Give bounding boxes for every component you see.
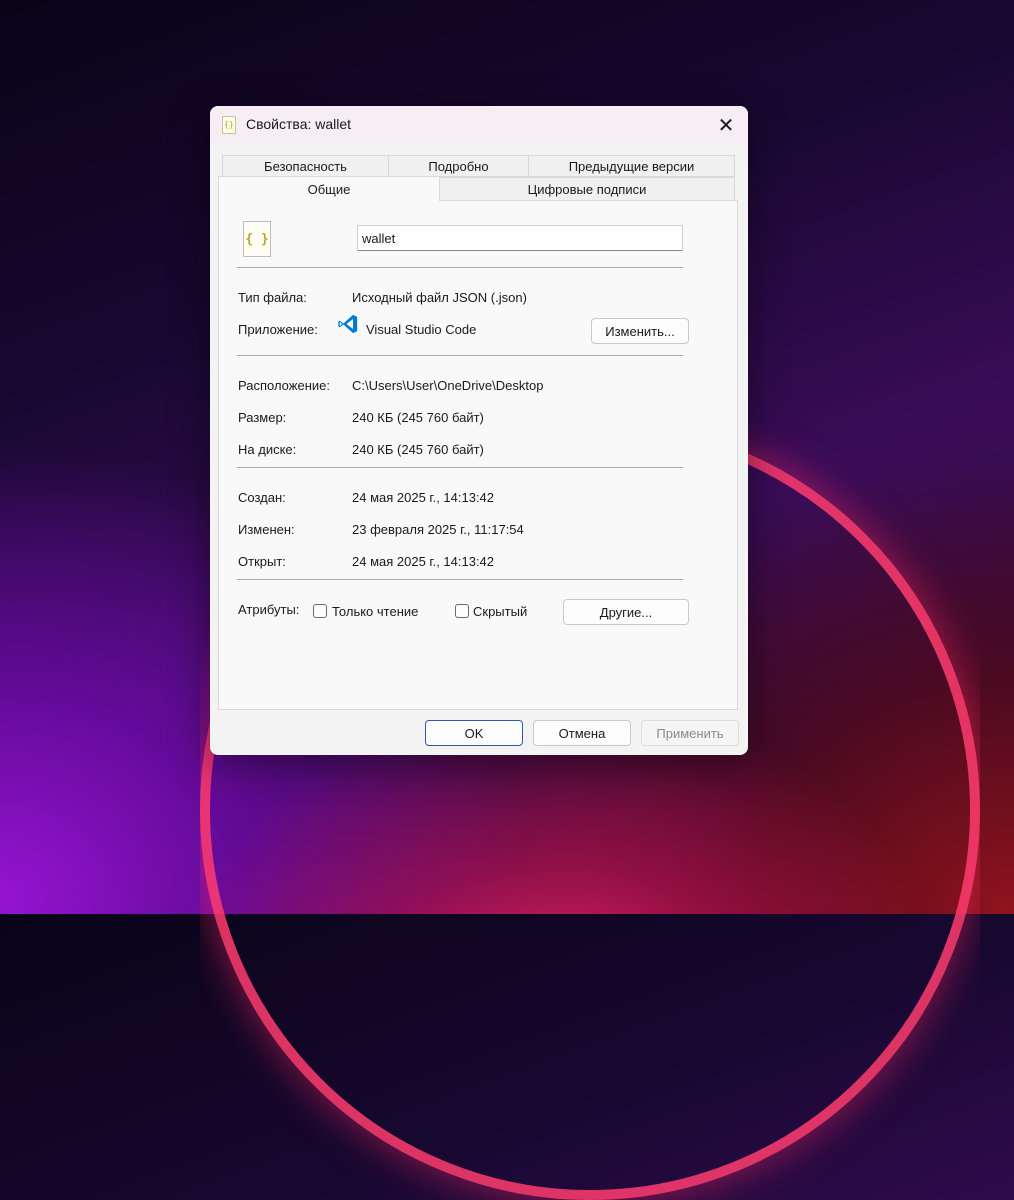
disk-size-label: На диске: [238,442,297,457]
separator [237,267,683,268]
hidden-checkbox[interactable] [455,604,469,618]
vscode-icon [338,314,358,334]
created-value: 24 мая 2025 г., 14:13:42 [352,490,495,505]
tab-details[interactable]: Подробно [388,155,529,177]
modified-value: 23 февраля 2025 г., 11:17:54 [352,522,524,537]
json-file-icon: {} [222,116,236,134]
hidden-label[interactable]: Скрытый [473,604,527,619]
json-file-icon: { } [243,221,271,257]
opened-label: Открыт: [238,554,286,569]
readonly-label[interactable]: Только чтение [332,604,418,619]
properties-dialog: {} Свойства: wallet ✕ Безопасность Подро… [210,106,748,755]
tab-general[interactable]: Общие [218,176,440,201]
disk-size-value: 240 КБ (245 760 байт) [352,442,484,457]
location-value: C:\Users\User\OneDrive\Desktop [352,378,544,393]
apply-button[interactable]: Применить [641,720,739,746]
change-app-button[interactable]: Изменить... [591,318,689,344]
separator [237,355,683,356]
file-type-value: Исходный файл JSON (.json) [352,290,527,305]
attributes-label: Атрибуты: [238,602,300,617]
app-label: Приложение: [238,322,318,337]
opened-value: 24 мая 2025 г., 14:13:42 [352,554,495,569]
general-panel: { } Тип файла: Исходный файл JSON (.json… [218,200,738,710]
advanced-attributes-button[interactable]: Другие... [563,599,689,625]
ok-button[interactable]: OK [425,720,523,746]
close-icon: ✕ [717,114,735,137]
cancel-button[interactable]: Отмена [533,720,631,746]
title-bar[interactable]: {} Свойства: wallet ✕ [210,106,748,144]
size-label: Размер: [238,410,287,425]
window-title: Свойства: wallet [246,116,352,132]
separator [237,579,683,580]
location-label: Расположение: [238,378,330,393]
app-value: Visual Studio Code [366,322,477,337]
tab-previous-versions[interactable]: Предыдущие версии [528,155,735,177]
modified-label: Изменен: [238,522,295,537]
separator [237,467,683,468]
close-button[interactable]: ✕ [704,106,748,144]
readonly-checkbox[interactable] [313,604,327,618]
file-name-input[interactable] [357,225,683,251]
tab-security[interactable]: Безопасность [222,155,389,177]
size-value: 240 КБ (245 760 байт) [352,410,484,425]
tab-digital-signatures[interactable]: Цифровые подписи [439,177,735,201]
file-type-label: Тип файла: [238,290,307,305]
created-label: Создан: [238,490,286,505]
